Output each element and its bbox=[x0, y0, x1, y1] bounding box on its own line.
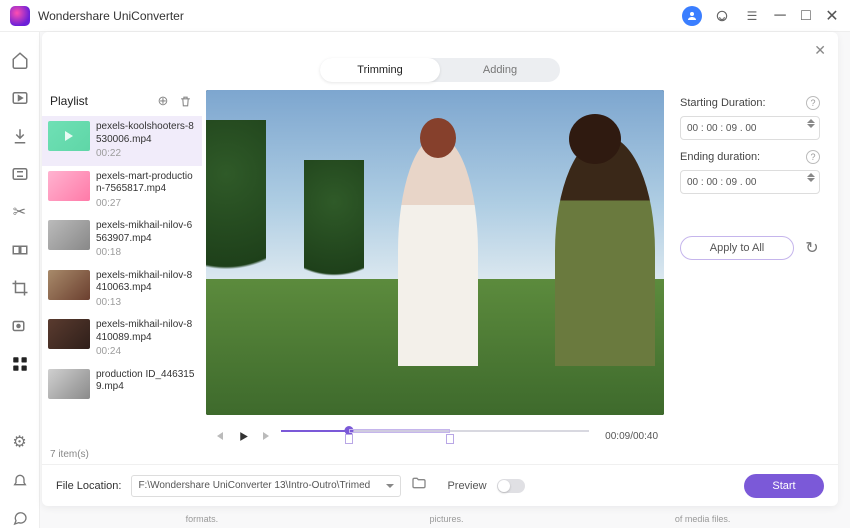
nav-settings-icon[interactable]: ⚙ bbox=[10, 432, 30, 452]
nav-compress-icon[interactable] bbox=[10, 164, 30, 184]
stepper-down[interactable] bbox=[807, 124, 815, 128]
end-duration-input[interactable]: 00 : 00 : 09 . 00 bbox=[680, 170, 820, 194]
trim-start-handle[interactable] bbox=[345, 434, 353, 444]
reset-icon[interactable]: ↻ bbox=[804, 240, 820, 256]
trim-modal: ✕ Trimming Adding Playlist ⊕ pexels-kool… bbox=[42, 32, 838, 506]
nav-download-icon[interactable] bbox=[10, 126, 30, 146]
close-icon[interactable]: ✕ bbox=[814, 42, 826, 59]
list-item[interactable]: pexels-koolshooters-8530006.mp400:22 bbox=[42, 116, 202, 166]
tab-trimming[interactable]: Trimming bbox=[320, 58, 440, 82]
thumbnail bbox=[48, 171, 90, 201]
settings-panel: Starting Duration:? 00 : 00 : 09 . 00 En… bbox=[668, 90, 838, 464]
list-item[interactable]: pexels-mart-production-7565817.mp400:27 bbox=[42, 166, 202, 216]
timeline[interactable] bbox=[281, 424, 589, 448]
playlist-panel: Playlist ⊕ pexels-koolshooters-8530006.m… bbox=[42, 90, 202, 464]
time-display: 00:09/00:40 bbox=[596, 431, 658, 442]
help-icon[interactable]: ? bbox=[806, 150, 820, 164]
list-item[interactable]: pexels-mikhail-nilov-8410089.mp400:24 bbox=[42, 314, 202, 364]
start-button[interactable]: Start bbox=[744, 474, 824, 498]
end-duration-label: Ending duration: bbox=[680, 151, 760, 163]
trim-end-handle[interactable] bbox=[446, 434, 454, 444]
open-folder-icon[interactable] bbox=[411, 475, 427, 496]
start-duration-input[interactable]: 00 : 00 : 09 . 00 bbox=[680, 116, 820, 140]
nav-notify-icon[interactable] bbox=[10, 470, 30, 490]
background-hints: formats.pictures.of media files. bbox=[80, 514, 836, 524]
modal-footer: File Location: F:\Wondershare UniConvert… bbox=[42, 464, 838, 506]
file-location-select[interactable]: F:\Wondershare UniConverter 13\Intro-Out… bbox=[131, 475, 401, 497]
nav-video-icon[interactable] bbox=[10, 88, 30, 108]
play-button[interactable] bbox=[235, 428, 251, 444]
help-icon[interactable]: ? bbox=[806, 96, 820, 110]
maximize-button[interactable]: □ bbox=[798, 8, 814, 24]
list-item[interactable]: pexels-mikhail-nilov-6563907.mp400:18 bbox=[42, 215, 202, 265]
file-location-label: File Location: bbox=[56, 480, 121, 492]
thumbnail bbox=[48, 369, 90, 399]
minimize-button[interactable]: ─ bbox=[772, 8, 788, 24]
apply-all-button[interactable]: Apply to All bbox=[680, 236, 794, 260]
thumbnail bbox=[48, 270, 90, 300]
mode-tabs: Trimming Adding bbox=[320, 58, 560, 82]
delete-icon[interactable] bbox=[176, 92, 194, 110]
next-frame-button[interactable] bbox=[258, 428, 274, 444]
start-duration-label: Starting Duration: bbox=[680, 97, 766, 109]
nav-toolbox-icon[interactable] bbox=[10, 354, 30, 374]
stepper-down[interactable] bbox=[807, 178, 815, 182]
menu-icon[interactable]: ☰ bbox=[742, 6, 762, 26]
playlist-title: Playlist bbox=[50, 94, 88, 108]
list-item[interactable]: pexels-mikhail-nilov-8410063.mp400:13 bbox=[42, 265, 202, 315]
tab-adding[interactable]: Adding bbox=[440, 58, 560, 82]
app-title: Wondershare UniConverter bbox=[38, 9, 184, 23]
stepper-up[interactable] bbox=[807, 173, 815, 177]
nav-merge-icon[interactable] bbox=[10, 240, 30, 260]
video-preview[interactable] bbox=[206, 90, 664, 415]
sidebar: ✂ ⚙ bbox=[0, 32, 40, 528]
nav-home-icon[interactable] bbox=[10, 50, 30, 70]
stepper-up[interactable] bbox=[807, 119, 815, 123]
player-controls: 00:09/00:40 bbox=[206, 415, 664, 452]
nav-feedback-icon[interactable] bbox=[10, 508, 30, 528]
account-icon[interactable] bbox=[682, 6, 702, 26]
title-bar: Wondershare UniConverter ☰ ─ □ ✕ bbox=[0, 0, 850, 32]
close-window-button[interactable]: ✕ bbox=[824, 8, 840, 24]
nav-record-icon[interactable] bbox=[10, 316, 30, 336]
add-file-icon[interactable]: ⊕ bbox=[154, 92, 172, 110]
support-icon[interactable] bbox=[712, 6, 732, 26]
nav-edit-icon[interactable]: ✂ bbox=[10, 202, 30, 222]
thumbnail bbox=[48, 121, 90, 151]
preview-toggle[interactable] bbox=[497, 479, 525, 493]
nav-crop-icon[interactable] bbox=[10, 278, 30, 298]
list-item[interactable]: production ID_4463159.mp4 bbox=[42, 364, 202, 404]
thumbnail bbox=[48, 319, 90, 349]
preview-label: Preview bbox=[447, 480, 486, 492]
playlist-count: 7 item(s) bbox=[42, 445, 202, 464]
app-logo bbox=[10, 6, 30, 26]
thumbnail bbox=[48, 220, 90, 250]
prev-frame-button[interactable] bbox=[212, 428, 228, 444]
